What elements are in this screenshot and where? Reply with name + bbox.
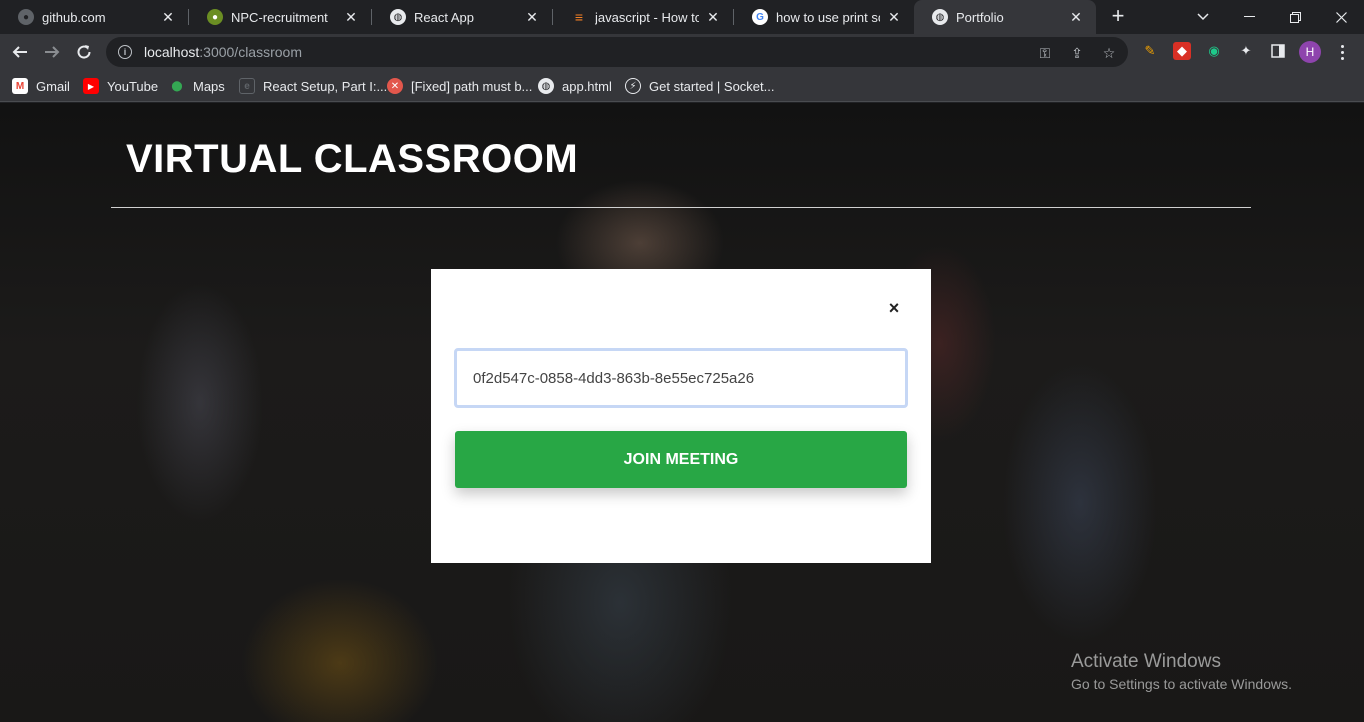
share-icon[interactable]: ⇪ [1068, 44, 1086, 62]
tab-github[interactable]: ● github.com ✕ [0, 0, 188, 34]
tab-title: javascript - How to se [595, 9, 699, 25]
grammarly-icon[interactable]: ◉ [1205, 42, 1223, 60]
close-icon[interactable]: ✕ [524, 9, 540, 26]
pen-extension-icon[interactable]: ✎ [1141, 42, 1159, 60]
bookmark-react-setup[interactable]: e React Setup, Part I:... [239, 76, 387, 96]
watermark-subtitle: Go to Settings to activate Windows. [1071, 676, 1292, 692]
tab-portfolio[interactable]: ◍ Portfolio ✕ [914, 0, 1096, 34]
close-icon[interactable]: ✕ [343, 9, 359, 26]
doc-icon: e [239, 78, 255, 94]
bookmark-label: Maps [193, 78, 225, 94]
join-meeting-modal: × JOIN MEETING [431, 269, 931, 563]
bookmark-gmail[interactable]: M Gmail [12, 76, 70, 96]
reload-icon [77, 45, 91, 59]
globe-icon: ◍ [538, 78, 554, 94]
globe-icon: ◍ [390, 9, 406, 25]
minimize-icon[interactable] [1226, 0, 1272, 34]
tab-title: NPC-recruitment [231, 9, 328, 25]
back-arrow-icon [12, 46, 27, 58]
key-icon[interactable]: ⚿ [1036, 44, 1054, 62]
reload-button[interactable] [72, 40, 96, 64]
back-button[interactable] [8, 40, 32, 64]
youtube-icon: ▶ [83, 78, 99, 94]
side-panel-icon[interactable] [1269, 42, 1287, 60]
socketio-icon: ⚡ [625, 78, 641, 94]
tab-react-app[interactable]: ◍ React App ✕ [372, 0, 552, 34]
tab-javascript[interactable]: ≡ javascript - How to se ✕ [553, 0, 733, 34]
tab-npc-recruitment[interactable]: ● NPC-recruitment ✕ [189, 0, 371, 34]
bookmark-app-html[interactable]: ◍ app.html [538, 76, 612, 96]
npc-icon: ● [207, 9, 223, 25]
bookmark-fixed-path[interactable]: ✕ [Fixed] path must b... [387, 76, 532, 96]
extensions-puzzle-icon[interactable]: ✦ [1237, 42, 1255, 60]
site-info-icon[interactable]: i [118, 45, 132, 59]
new-tab-button[interactable]: + [1106, 5, 1130, 29]
restore-icon[interactable] [1272, 0, 1318, 34]
tab-title: github.com [42, 9, 106, 25]
bookmark-label: Get started | Socket... [649, 78, 775, 94]
stackoverflow-icon: ≡ [574, 9, 584, 25]
gmail-icon: M [12, 78, 28, 94]
tab-title: how to use print scree [776, 9, 880, 25]
close-icon[interactable]: ✕ [160, 9, 176, 26]
url-path: :3000/classroom [199, 44, 302, 60]
bookmark-label: YouTube [107, 78, 159, 94]
browser-menu-icon[interactable] [1334, 41, 1350, 63]
error-icon: ✕ [387, 78, 403, 94]
bookmark-label: Gmail [36, 78, 70, 94]
close-icon[interactable]: ✕ [886, 9, 902, 26]
header-divider [111, 207, 1251, 208]
forward-arrow-icon [45, 46, 60, 58]
browser-toolbar: i localhost:3000/classroom ⚿ ⇪ ☆ ✎ ◆ ◉ ✦… [0, 34, 1364, 70]
github-icon: ● [18, 9, 34, 25]
extension-red-icon[interactable]: ◆ [1173, 42, 1191, 60]
close-icon[interactable]: ✕ [1068, 9, 1084, 26]
bookmark-maps[interactable]: ⬤ Maps [169, 76, 225, 96]
bookmark-label: [Fixed] path must b... [411, 78, 533, 94]
google-icon: G [752, 9, 768, 25]
bookmark-star-icon[interactable]: ☆ [1100, 44, 1118, 62]
tab-search-icon[interactable] [1180, 0, 1226, 34]
activate-windows-watermark: Activate Windows Go to Settings to activ… [1071, 651, 1292, 692]
bookmarks-bar: M Gmail ▶ YouTube ⬤ Maps e React Setup, … [0, 70, 1364, 102]
bookmark-label: app.html [562, 78, 612, 94]
tab-title: React App [414, 9, 474, 25]
bookmark-label: React Setup, Part I:... [263, 78, 388, 94]
forward-button[interactable] [40, 40, 64, 64]
close-icon[interactable]: ✕ [705, 9, 721, 26]
profile-avatar[interactable]: H [1299, 41, 1321, 63]
bookmark-youtube[interactable]: ▶ YouTube [83, 76, 158, 96]
bookmark-socketio[interactable]: ⚡ Get started | Socket... [625, 76, 775, 96]
url-host: localhost [144, 44, 200, 60]
meeting-id-input[interactable] [454, 348, 908, 408]
join-meeting-button[interactable]: JOIN MEETING [455, 431, 907, 488]
tab-strip: ● github.com ✕ ● NPC-recruitment ✕ ◍ Rea… [0, 0, 1364, 34]
page-title: VIRTUAL CLASSROOM [126, 137, 579, 181]
tab-title: Portfolio [956, 9, 1004, 25]
address-bar[interactable]: i localhost:3000/classroom ⚿ ⇪ ☆ [106, 37, 1128, 67]
page-viewport: VIRTUAL CLASSROOM × JOIN MEETING Activat… [0, 103, 1364, 722]
window-close-icon[interactable] [1318, 0, 1364, 34]
tab-google-search[interactable]: G how to use print scree ✕ [734, 0, 914, 34]
globe-icon: ◍ [932, 9, 948, 25]
watermark-title: Activate Windows [1071, 651, 1221, 672]
maps-icon: ⬤ [171, 80, 183, 92]
close-icon[interactable]: × [885, 299, 903, 317]
